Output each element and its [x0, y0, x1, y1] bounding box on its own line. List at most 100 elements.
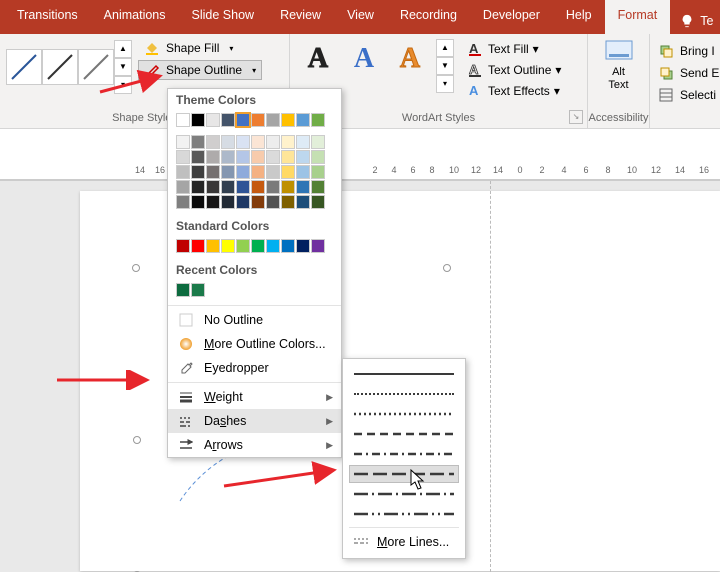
- color-swatch[interactable]: [191, 195, 205, 209]
- color-swatch[interactable]: [221, 165, 235, 179]
- color-swatch[interactable]: [191, 150, 205, 164]
- tab-format[interactable]: Format: [605, 0, 671, 34]
- color-swatch[interactable]: [266, 150, 280, 164]
- dash-option-dash[interactable]: [349, 425, 459, 443]
- wordart-more-button[interactable]: ▾: [436, 75, 454, 93]
- dash-option-round-dot[interactable]: [349, 385, 459, 403]
- color-swatch[interactable]: [191, 135, 205, 149]
- color-swatch[interactable]: [251, 150, 265, 164]
- color-swatch[interactable]: [296, 113, 310, 127]
- bring-forward-button[interactable]: Bring I: [658, 40, 720, 62]
- dashes-item[interactable]: Dashes▶: [168, 409, 341, 433]
- shape-fill-button[interactable]: Shape Fill▾: [138, 38, 262, 58]
- color-swatch[interactable]: [206, 180, 220, 194]
- color-swatch[interactable]: [236, 135, 250, 149]
- color-swatch[interactable]: [176, 195, 190, 209]
- color-swatch[interactable]: [251, 195, 265, 209]
- color-swatch[interactable]: [191, 165, 205, 179]
- send-backward-button[interactable]: Send E: [658, 62, 720, 84]
- color-swatch[interactable]: [236, 195, 250, 209]
- color-swatch[interactable]: [266, 165, 280, 179]
- color-swatch[interactable]: [296, 150, 310, 164]
- color-swatch[interactable]: [311, 150, 325, 164]
- color-swatch[interactable]: [236, 165, 250, 179]
- tab-developer[interactable]: Developer: [470, 0, 553, 34]
- color-swatch[interactable]: [176, 283, 190, 297]
- color-swatch[interactable]: [176, 113, 190, 127]
- color-swatch[interactable]: [236, 239, 250, 253]
- color-swatch[interactable]: [206, 150, 220, 164]
- alt-text-button[interactable]: AltText: [588, 34, 649, 92]
- dash-option-long-dash-dot[interactable]: [349, 485, 459, 503]
- selection-handle[interactable]: [443, 264, 451, 272]
- color-swatch[interactable]: [251, 180, 265, 194]
- color-swatch[interactable]: [266, 113, 280, 127]
- gallery-down-button[interactable]: ▼: [114, 58, 132, 76]
- shape-outline-button[interactable]: Shape Outline▾: [138, 60, 262, 80]
- color-swatch[interactable]: [266, 135, 280, 149]
- selection-pane-button[interactable]: Selecti: [658, 84, 720, 106]
- color-swatch[interactable]: [281, 239, 295, 253]
- selection-handle[interactable]: [132, 264, 140, 272]
- color-swatch[interactable]: [296, 239, 310, 253]
- tab-help[interactable]: Help: [553, 0, 605, 34]
- color-swatch[interactable]: [266, 180, 280, 194]
- color-swatch[interactable]: [296, 195, 310, 209]
- wordart-launcher-button[interactable]: ↘: [569, 110, 583, 124]
- color-swatch[interactable]: [221, 113, 235, 127]
- text-outline-button[interactable]: A Text Outline▾: [464, 60, 565, 80]
- color-swatch[interactable]: [206, 113, 220, 127]
- color-swatch[interactable]: [221, 135, 235, 149]
- shape-style-gallery[interactable]: ▲ ▼ ▾: [0, 34, 132, 94]
- shape-style-thumb[interactable]: [6, 49, 42, 85]
- color-swatch[interactable]: [176, 165, 190, 179]
- dash-option-long-dash[interactable]: [349, 465, 459, 483]
- color-swatch[interactable]: [296, 135, 310, 149]
- color-swatch[interactable]: [281, 135, 295, 149]
- color-swatch[interactable]: [221, 239, 235, 253]
- color-swatch[interactable]: [311, 113, 325, 127]
- wordart-thumb[interactable]: A: [298, 39, 338, 79]
- color-swatch[interactable]: [236, 150, 250, 164]
- text-fill-button[interactable]: A Text Fill▾: [464, 39, 565, 59]
- more-colors-item[interactable]: More Outline Colors...: [168, 332, 341, 356]
- color-swatch[interactable]: [266, 195, 280, 209]
- color-swatch[interactable]: [251, 239, 265, 253]
- color-swatch[interactable]: [311, 180, 325, 194]
- dash-option-dash-dot[interactable]: [349, 445, 459, 463]
- color-swatch[interactable]: [221, 150, 235, 164]
- tab-transitions[interactable]: Transitions: [4, 0, 91, 34]
- color-swatch[interactable]: [206, 195, 220, 209]
- tab-review[interactable]: Review: [267, 0, 334, 34]
- gallery-more-button[interactable]: ▾: [114, 76, 132, 94]
- color-swatch[interactable]: [311, 135, 325, 149]
- color-swatch[interactable]: [191, 283, 205, 297]
- more-lines-item[interactable]: More Lines...: [349, 527, 459, 556]
- color-swatch[interactable]: [311, 239, 325, 253]
- dash-option-square-dot[interactable]: [349, 405, 459, 423]
- color-swatch[interactable]: [281, 165, 295, 179]
- color-swatch[interactable]: [176, 135, 190, 149]
- color-swatch[interactable]: [206, 165, 220, 179]
- arrows-item[interactable]: Arrows▶: [168, 433, 341, 457]
- no-outline-item[interactable]: No Outline: [168, 308, 341, 332]
- color-swatch[interactable]: [206, 239, 220, 253]
- color-swatch[interactable]: [281, 195, 295, 209]
- color-swatch[interactable]: [221, 195, 235, 209]
- dash-option-long-dash-dot-dot[interactable]: [349, 505, 459, 523]
- wordart-thumb[interactable]: A: [344, 39, 384, 79]
- color-swatch[interactable]: [251, 135, 265, 149]
- tab-slideshow[interactable]: Slide Show: [179, 0, 268, 34]
- wordart-down-button[interactable]: ▼: [436, 57, 454, 75]
- color-swatch[interactable]: [251, 165, 265, 179]
- color-swatch[interactable]: [236, 180, 250, 194]
- color-swatch[interactable]: [311, 195, 325, 209]
- eyedropper-item[interactable]: Eyedropper: [168, 356, 341, 380]
- color-swatch[interactable]: [296, 180, 310, 194]
- wordart-up-button[interactable]: ▲: [436, 39, 454, 57]
- color-swatch[interactable]: [221, 180, 235, 194]
- shape-style-thumb[interactable]: [42, 49, 78, 85]
- shape-style-thumb[interactable]: [78, 49, 114, 85]
- tell-me[interactable]: Te: [670, 0, 713, 34]
- color-swatch[interactable]: [281, 150, 295, 164]
